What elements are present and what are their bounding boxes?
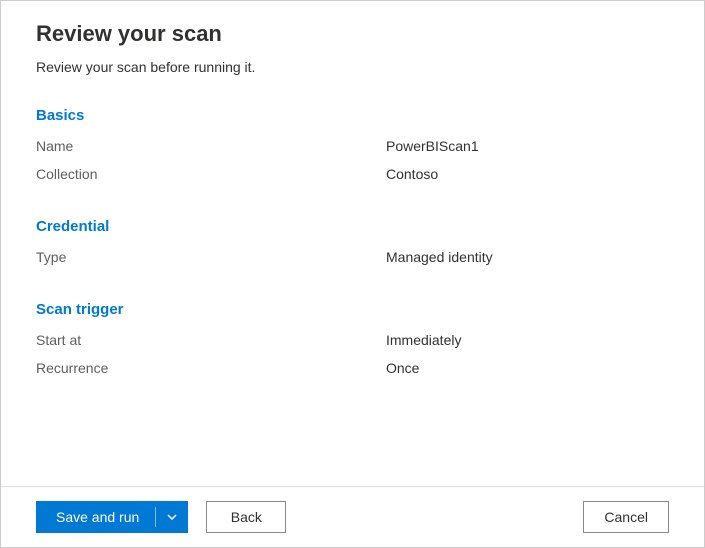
label-start-at: Start at xyxy=(36,326,386,354)
label-type: Type xyxy=(36,243,386,271)
row-type: Type Managed identity xyxy=(36,243,669,271)
row-start-at: Start at Immediately xyxy=(36,326,669,354)
row-recurrence: Recurrence Once xyxy=(36,354,669,382)
label-name: Name xyxy=(36,132,386,160)
save-and-run-split-button: Save and run xyxy=(36,501,188,533)
value-start-at: Immediately xyxy=(386,326,461,354)
section-credential: Credential Type Managed identity xyxy=(36,218,669,271)
value-collection: Contoso xyxy=(386,160,438,188)
save-and-run-button[interactable]: Save and run xyxy=(36,501,155,533)
row-name: Name PowerBIScan1 xyxy=(36,132,669,160)
value-name: PowerBIScan1 xyxy=(386,132,479,160)
row-collection: Collection Contoso xyxy=(36,160,669,188)
page-subtitle: Review your scan before running it. xyxy=(36,59,669,75)
label-collection: Collection xyxy=(36,160,386,188)
value-recurrence: Once xyxy=(386,354,419,382)
main-content: Review your scan Review your scan before… xyxy=(1,1,704,486)
page-title: Review your scan xyxy=(36,21,669,47)
footer: Save and run Back Cancel xyxy=(1,486,704,547)
save-and-run-menu-button[interactable] xyxy=(156,501,188,533)
cancel-button[interactable]: Cancel xyxy=(583,501,669,533)
back-button[interactable]: Back xyxy=(206,501,286,533)
section-heading-credential: Credential xyxy=(36,218,669,235)
value-type: Managed identity xyxy=(386,243,493,271)
section-scan-trigger: Scan trigger Start at Immediately Recurr… xyxy=(36,301,669,382)
section-basics: Basics Name PowerBIScan1 Collection Cont… xyxy=(36,107,669,188)
section-heading-basics: Basics xyxy=(36,107,669,124)
chevron-down-icon xyxy=(166,511,178,523)
label-recurrence: Recurrence xyxy=(36,354,386,382)
section-heading-scan-trigger: Scan trigger xyxy=(36,301,669,318)
